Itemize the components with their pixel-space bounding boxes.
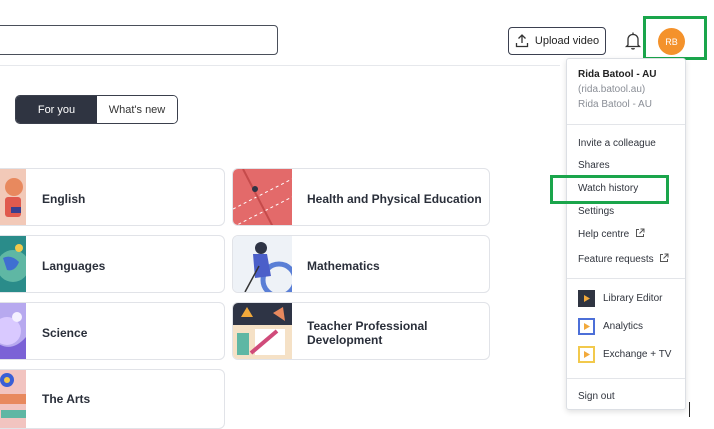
play-blue-icon [578,318,595,335]
subject-label: Mathematics [307,259,380,273]
bell-icon[interactable] [624,31,642,51]
feature-requests-label: Feature requests [578,254,654,265]
menu-divider [567,124,685,125]
subject-label: English [42,192,86,206]
external-link-icon [635,228,645,237]
menu-user-org: Rida Batool - AU [578,99,652,110]
avatar-initials: RB [665,36,678,47]
the-arts-thumbnail [0,370,26,428]
external-link-icon [660,253,669,262]
menu-user-handle: (rida.batool.au) [578,84,646,95]
mathematics-thumbnail [233,236,292,292]
teacher-pd-thumbnail [233,303,292,359]
subject-label: Science [42,326,88,340]
menu-item-settings[interactable]: Settings [578,206,614,217]
product-label: Analytics [603,321,644,332]
subject-card-teacher-pd[interactable]: Teacher Professional Development [232,302,490,360]
tab-for-you[interactable]: For you [16,96,97,123]
product-label: Library Editor [603,293,663,304]
subject-card-science[interactable]: Science [0,302,225,360]
subject-card-health-pe[interactable]: Health and Physical Education [232,168,490,226]
menu-user-name: Rida Batool - AU [578,69,657,80]
play-yellow-icon [578,346,595,363]
product-label: Exchange + TV [603,349,672,360]
subject-label: Teacher Professional Development [307,319,428,347]
header-divider [0,65,560,66]
subject-label: Languages [42,259,106,273]
text-cursor [689,402,690,417]
subject-card-the-arts[interactable]: The Arts [0,369,225,429]
menu-item-sign-out[interactable]: Sign out [578,391,615,402]
health-pe-thumbnail [233,169,292,225]
watch-history-highlight-box [550,175,669,204]
account-menu: Rida Batool - AU (rida.batool.au) Rida B… [566,58,686,410]
menu-product-analytics[interactable]: Analytics [578,318,643,335]
subject-label: Health and Physical Education [307,192,482,206]
subject-label: The Arts [42,392,91,406]
subject-card-mathematics[interactable]: Mathematics [232,235,490,293]
feed-tabs: For you What's new [15,95,178,124]
menu-product-exchange-tv[interactable]: Exchange + TV [578,346,671,363]
tab-label: What's new [108,103,166,116]
upload-icon [515,34,529,48]
upload-video-label: Upload video [534,35,600,47]
menu-item-help-centre[interactable]: Help centre [578,228,645,240]
avatar[interactable]: RB [658,28,685,55]
menu-divider [567,378,685,379]
play-dark-icon [578,290,595,307]
tab-whats-new[interactable]: What's new [97,96,177,123]
menu-item-invite-colleague[interactable]: Invite a colleague [578,138,656,149]
help-centre-label: Help centre [578,229,630,240]
tab-label: For you [37,103,76,116]
english-thumbnail [0,169,26,225]
search-input[interactable] [0,25,278,55]
menu-divider [567,278,685,279]
subject-card-languages[interactable]: Languages [0,235,225,293]
menu-item-feature-requests[interactable]: Feature requests [578,253,669,265]
menu-product-library-editor[interactable]: Library Editor [578,290,662,307]
science-thumbnail [0,303,26,359]
menu-item-shares[interactable]: Shares [578,160,610,171]
languages-thumbnail [0,236,26,292]
upload-video-button[interactable]: Upload video [508,27,606,55]
subject-card-english[interactable]: English [0,168,225,226]
